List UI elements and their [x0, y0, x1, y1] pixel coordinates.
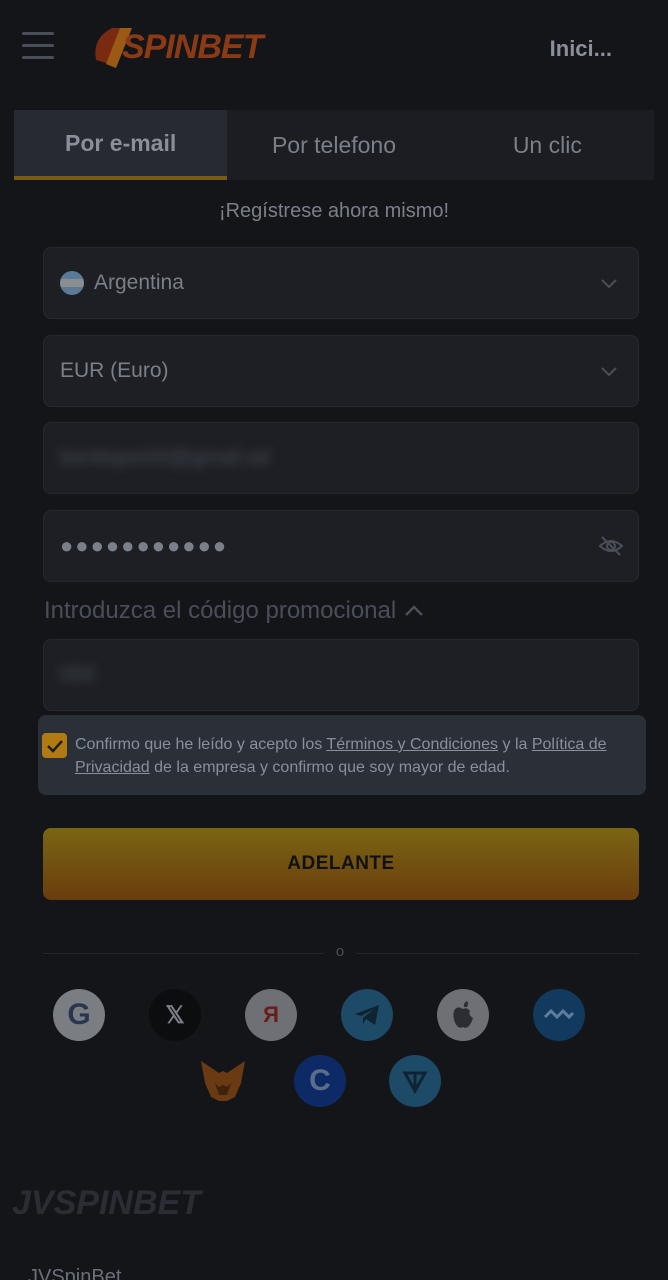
- email-field[interactable]: bonitspor00@gmail.sd: [43, 422, 639, 494]
- footer-logo: JVSPINBET: [12, 1184, 201, 1222]
- form-subtitle: ¡Regístrese ahora mismo!: [218, 200, 450, 222]
- country-value: Argentina: [94, 271, 184, 294]
- promo-code-toggle[interactable]: Introduzca el código promocional: [44, 597, 424, 625]
- header: SPINBET Inici...: [0, 0, 668, 96]
- check-icon: [46, 739, 63, 753]
- submit-button[interactable]: ADELANTE: [43, 828, 639, 900]
- currency-value: EUR (Euro): [60, 359, 169, 382]
- argentina-flag-icon: [60, 271, 84, 295]
- chevron-up-icon: [405, 605, 424, 616]
- country-select[interactable]: Argentina: [43, 247, 639, 319]
- privacy-link-line-2: Privacidad: [75, 759, 150, 776]
- consent-text-1: Confirmo que he leído y acepto los: [75, 736, 327, 753]
- promo-code-input[interactable]: 000: [43, 639, 639, 711]
- footer-brand-name: JVSpinBet: [28, 1266, 122, 1280]
- wallet-icon[interactable]: [533, 989, 585, 1041]
- coinbase-icon[interactable]: C: [294, 1055, 346, 1107]
- divider-label: o: [324, 943, 356, 960]
- tab-phone[interactable]: Por telefono: [227, 110, 440, 180]
- eye-off-icon[interactable]: [598, 533, 624, 559]
- promo-label: Introduzca el código promocional: [44, 597, 397, 624]
- terms-checkbox[interactable]: [42, 733, 67, 758]
- promo-value: 000: [60, 663, 96, 686]
- consent-text-2: y la: [498, 736, 532, 753]
- x-icon[interactable]: 𝕏: [149, 989, 201, 1041]
- currency-select[interactable]: EUR (Euro): [43, 335, 639, 407]
- ton-icon[interactable]: [389, 1055, 441, 1107]
- chevron-down-icon: [601, 367, 617, 377]
- google-icon[interactable]: G: [53, 989, 105, 1041]
- telegram-icon[interactable]: [341, 989, 393, 1041]
- metamask-icon[interactable]: [197, 1055, 249, 1107]
- menu-icon[interactable]: [22, 32, 54, 60]
- consent-text-3: de la empresa y confirmo que soy mayor d…: [149, 759, 510, 776]
- tab-email[interactable]: Por e-mail: [14, 110, 228, 180]
- apple-icon[interactable]: [437, 989, 489, 1041]
- login-button[interactable]: Inici...: [550, 36, 612, 62]
- privacy-link-line-1: Política de: [531, 736, 607, 753]
- terms-consent: Confirmo que he leído y acepto los Térmi…: [38, 715, 646, 795]
- chevron-down-icon: [601, 279, 617, 289]
- password-value: ●●●●●●●●●●●: [60, 533, 229, 558]
- terms-link[interactable]: Términos y Condiciones: [326, 736, 498, 753]
- registration-tabs: Por e-mail Por telefono Un clic: [14, 110, 654, 180]
- email-value: bonitspor00@gmail.sd: [60, 446, 270, 469]
- tab-one-click[interactable]: Un clic: [441, 110, 654, 180]
- password-field[interactable]: ●●●●●●●●●●●: [43, 510, 639, 582]
- brand-name: SPINBET: [122, 28, 263, 66]
- yandex-icon[interactable]: Я: [245, 989, 297, 1041]
